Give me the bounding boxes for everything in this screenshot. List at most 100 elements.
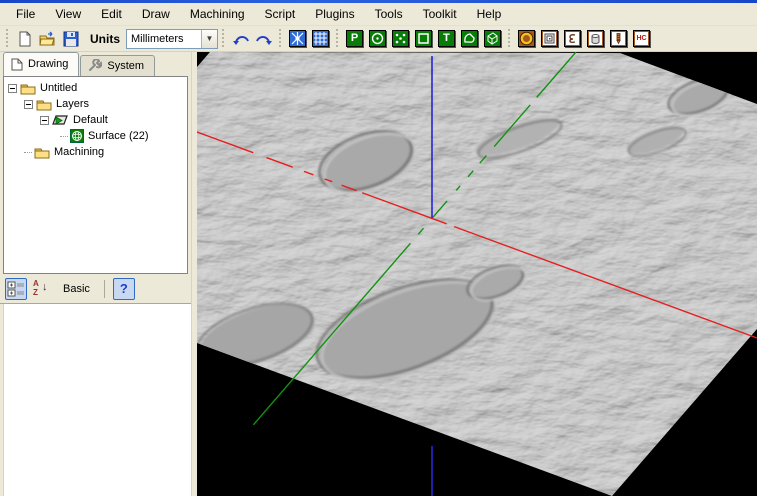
surface-cube-icon — [70, 129, 84, 143]
tab-system-label: System — [107, 60, 144, 72]
axes-point-icon — [289, 30, 306, 47]
engrave-icon — [564, 30, 581, 47]
curve-icon — [461, 30, 478, 47]
cylinder-icon — [587, 30, 604, 47]
draw-points-button[interactable] — [390, 28, 411, 49]
scene-tree: Untitled Layers — [3, 76, 188, 274]
folder-icon — [36, 98, 52, 111]
menu-item-toolkit[interactable]: Toolkit — [413, 4, 467, 24]
save-button[interactable] — [60, 28, 81, 49]
tree-item-default-layer[interactable]: Default — [4, 112, 187, 128]
machining-spiral-pocket-button[interactable] — [539, 28, 560, 49]
units-combobox-value: Millimeters — [127, 30, 201, 48]
help-button[interactable]: ? — [113, 278, 135, 300]
solid-box-icon — [484, 30, 501, 47]
drawing-page-icon — [11, 58, 23, 71]
machining-cylinder-button[interactable] — [585, 28, 606, 49]
tree-item-label: Layers — [56, 98, 89, 110]
drill-bit-icon — [610, 30, 627, 47]
draw-curve-button[interactable] — [459, 28, 480, 49]
tree-expander-icon[interactable] — [24, 100, 33, 109]
tree-connector — [24, 152, 32, 153]
toolbar-grip[interactable] — [507, 29, 512, 49]
menu-item-tools[interactable]: Tools — [365, 4, 413, 24]
view-mode-label: Basic — [63, 283, 90, 295]
main-toolbar: Units Millimeters ▼ — [0, 26, 757, 52]
tree-connector — [60, 136, 68, 137]
tab-system[interactable]: System — [80, 55, 155, 76]
tree-item-machining[interactable]: Machining — [4, 144, 187, 160]
machining-engrave-button[interactable] — [562, 28, 583, 49]
menu-item-machining[interactable]: Machining — [180, 4, 255, 24]
toolbar-grip[interactable] — [335, 29, 340, 49]
draw-rectangle-button[interactable] — [413, 28, 434, 49]
tree-item-layers[interactable]: Layers — [4, 96, 187, 112]
menu-item-file[interactable]: File — [6, 4, 45, 24]
draw-solid-button[interactable] — [482, 28, 503, 49]
separator — [104, 280, 105, 298]
machining-heightmap-button[interactable]: HC — [631, 28, 652, 49]
panel-tabs: Drawing System — [0, 52, 191, 76]
terrain-render — [197, 52, 757, 496]
text-icon: T — [438, 30, 455, 47]
viewport-3d[interactable] — [197, 52, 757, 496]
categorized-view-button[interactable] — [5, 278, 27, 300]
menu-item-help[interactable]: Help — [467, 4, 512, 24]
units-combobox[interactable]: Millimeters ▼ — [126, 29, 218, 49]
heightmap-icon: HC — [633, 30, 650, 47]
tree-item-label: Surface (22) — [88, 130, 149, 142]
axes-point-snap-button[interactable] — [287, 28, 308, 49]
combobox-arrow-icon[interactable]: ▼ — [201, 30, 217, 48]
toolbar-grip[interactable] — [221, 29, 226, 49]
new-document-button[interactable] — [14, 28, 35, 49]
open-file-button[interactable] — [37, 28, 58, 49]
folder-icon — [34, 146, 50, 159]
categorized-icon — [7, 280, 25, 298]
draw-polyline-button[interactable]: P — [344, 28, 365, 49]
toolpath-ring-icon — [518, 30, 535, 47]
tree-item-label: Default — [73, 114, 108, 126]
menu-item-edit[interactable]: Edit — [91, 4, 132, 24]
machining-ring-button[interactable] — [516, 28, 537, 49]
redo-button[interactable] — [253, 28, 274, 49]
tab-drawing-label: Drawing — [28, 58, 68, 70]
left-panel: Drawing System Untitled — [0, 52, 191, 496]
redo-icon — [255, 32, 273, 46]
tree-item-label: Untitled — [40, 82, 77, 94]
menu-item-script[interactable]: Script — [255, 4, 306, 24]
menu-bar: File View Edit Draw Machining Script Plu… — [0, 3, 757, 26]
menu-item-view[interactable]: View — [45, 4, 91, 24]
sort-alphabetical-button[interactable]: AZ↓ — [31, 278, 53, 300]
polyline-icon: P — [346, 30, 363, 47]
units-label: Units — [90, 32, 120, 46]
tree-expander-icon[interactable] — [8, 84, 17, 93]
draw-text-button[interactable]: T — [436, 28, 457, 49]
circle-icon — [369, 30, 386, 47]
toolbar-grip[interactable] — [5, 29, 10, 49]
tree-item-untitled[interactable]: Untitled — [4, 80, 187, 96]
menu-item-draw[interactable]: Draw — [132, 4, 180, 24]
property-grid-toolbar: AZ↓ Basic ? — [0, 274, 191, 304]
draw-circle-button[interactable] — [367, 28, 388, 49]
property-grid-area[interactable] — [3, 304, 191, 496]
machining-drill-button[interactable] — [608, 28, 629, 49]
undo-button[interactable] — [230, 28, 251, 49]
toolbar-grip[interactable] — [278, 29, 283, 49]
layer-icon — [52, 114, 69, 126]
spiral-pocket-icon — [541, 30, 558, 47]
question-mark-icon: ? — [120, 281, 128, 296]
sort-az-icon: AZ↓ — [33, 280, 51, 298]
tree-item-surface[interactable]: Surface (22) — [4, 128, 187, 144]
points-icon — [392, 30, 409, 47]
rectangle-icon — [415, 30, 432, 47]
tab-drawing[interactable]: Drawing — [3, 52, 79, 76]
wrench-icon — [88, 59, 102, 72]
grid-icon — [312, 30, 329, 47]
new-document-icon — [17, 31, 33, 47]
grid-toggle-button[interactable] — [310, 28, 331, 49]
application-window: File View Edit Draw Machining Script Plu… — [0, 0, 757, 496]
menu-item-plugins[interactable]: Plugins — [305, 4, 364, 24]
tree-expander-icon[interactable] — [40, 116, 49, 125]
undo-icon — [232, 32, 250, 46]
folder-icon — [20, 82, 36, 95]
